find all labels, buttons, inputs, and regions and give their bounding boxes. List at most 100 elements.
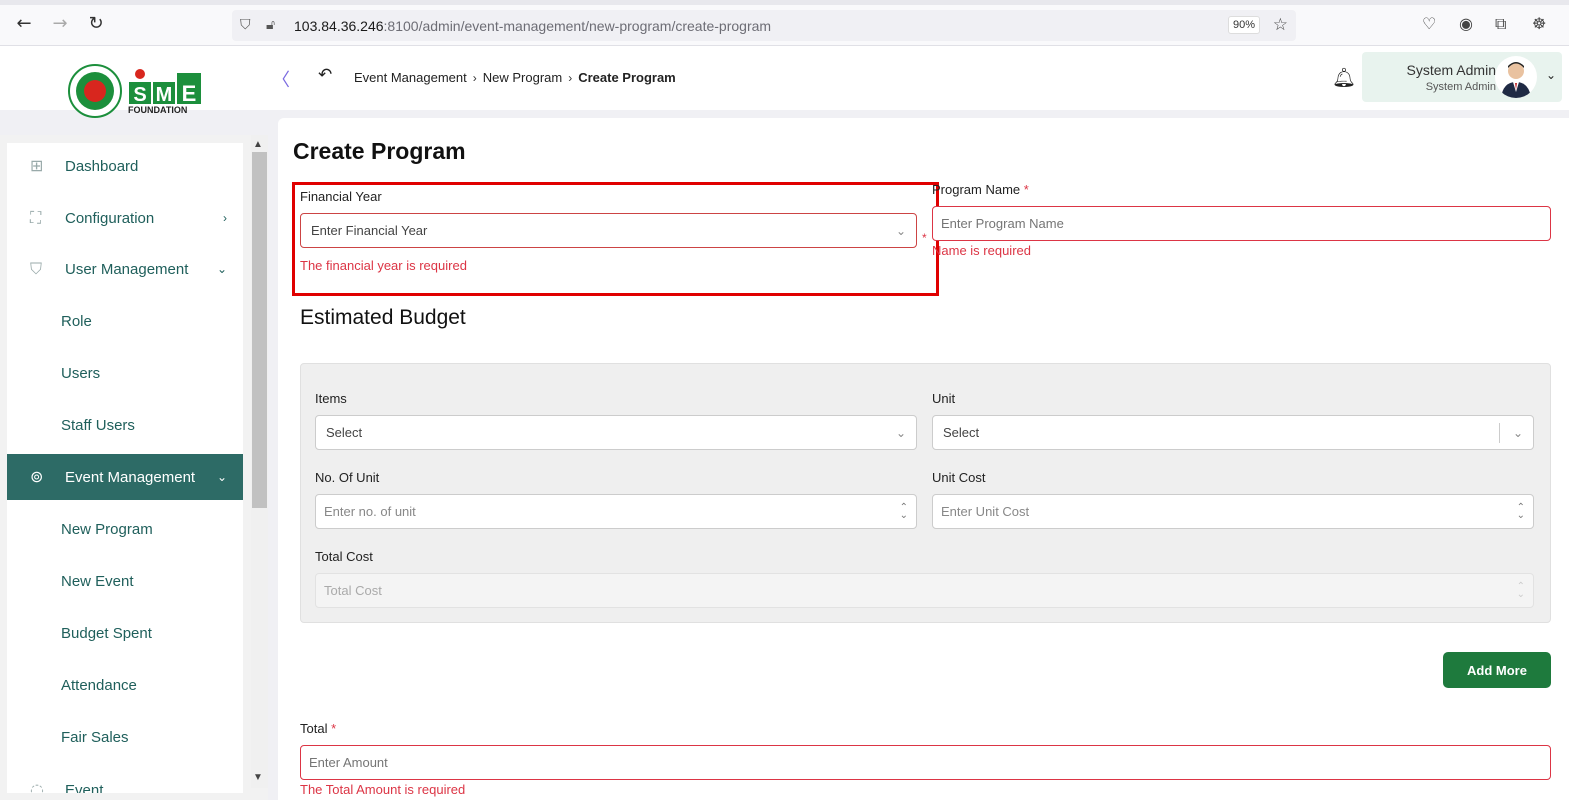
unit-cost-input[interactable]: Enter Unit Cost ⌃ ⌄ — [932, 494, 1534, 529]
url-host: 103.84.36.246 — [294, 18, 384, 34]
chevron-down-icon[interactable]: ⌄ — [1546, 68, 1556, 82]
sidebar-item-fair-sales[interactable]: Fair Sales — [61, 729, 129, 746]
scroll-down-icon[interactable]: ▼ — [253, 772, 263, 783]
sidebar-item-attendance[interactable]: Attendance — [61, 677, 137, 694]
sidebar-item-event[interactable]: ◌ Event — [7, 767, 243, 793]
chevron-down-icon: ⌄ — [216, 470, 227, 484]
avatar — [1495, 56, 1537, 98]
chevron-right-icon: › — [568, 70, 573, 85]
chevron-right-icon: › — [472, 70, 477, 85]
no-of-unit-label: No. Of Unit — [315, 470, 380, 485]
account-icon[interactable]: ◉ — [1459, 14, 1473, 33]
unit-cost-placeholder: Enter Unit Cost — [941, 504, 1030, 519]
sidebar-item-label: Event — [65, 781, 104, 794]
user-name: System Admin — [1406, 62, 1496, 78]
program-name-input[interactable] — [932, 206, 1551, 241]
number-stepper-icon[interactable]: ⌃ ⌄ — [1517, 503, 1525, 521]
unit-placeholder: Select — [943, 425, 980, 440]
chevron-down-icon: ⌄ — [895, 426, 906, 440]
select-divider — [1499, 423, 1500, 443]
extension-badge-icon[interactable]: ☸ — [1532, 14, 1546, 33]
forward-arrow-icon[interactable]: → — [50, 14, 70, 34]
undo-back-icon[interactable]: ↶ — [318, 65, 332, 85]
sidebar-item-user-management[interactable]: ⛉ User Management ⌄ — [7, 246, 243, 292]
required-asterisk: * — [1023, 182, 1029, 197]
sme-foundation-logo[interactable]: S M E FOUNDATION — [67, 64, 207, 120]
pocket-icon[interactable]: ♡ — [1422, 14, 1436, 33]
sidebar-item-new-program[interactable]: New Program — [61, 521, 153, 538]
total-label-text: Total — [300, 721, 328, 736]
back-arrow-icon[interactable]: ← — [14, 14, 34, 34]
sidebar-item-staff-users[interactable]: Staff Users — [61, 417, 135, 434]
financial-year-placeholder: Enter Financial Year — [311, 223, 428, 238]
no-of-unit-placeholder: Enter no. of unit — [324, 504, 416, 519]
sidebar-item-event-management[interactable]: ⊚ Event Management ⌄ — [7, 454, 243, 500]
sidebar-item-role[interactable]: Role — [61, 313, 92, 330]
sidebar-item-label: Dashboard — [65, 157, 139, 175]
address-bar[interactable]: ⛉ 🔓︎ 103.84.36.246:8100/admin/event-mana… — [232, 10, 1296, 41]
number-stepper-icon[interactable]: ⌃ ⌄ — [900, 503, 908, 521]
sidebar-collapse-icon[interactable]: 〈 — [272, 66, 290, 92]
lock-icon: ⊚ — [30, 467, 44, 486]
chevron-down-icon: ⌄ — [216, 262, 227, 276]
items-label: Items — [315, 391, 347, 406]
config-icon: ⛶ — [30, 208, 42, 227]
total-amount-error: The Total Amount is required — [300, 782, 466, 797]
reload-icon[interactable]: ↻ — [86, 14, 106, 34]
user-role: System Admin — [1425, 81, 1496, 93]
sidebar-item-label: Event Management — [65, 468, 196, 486]
extensions-icon[interactable]: ⧉ — [1495, 14, 1506, 34]
program-name-label-text: Program Name — [932, 182, 1021, 197]
items-placeholder: Select — [326, 425, 363, 440]
page-title: Create Program — [293, 138, 466, 164]
notification-bell-icon[interactable]: 🔔︎ — [1332, 66, 1356, 89]
grid-icon: ⊞ — [30, 156, 44, 175]
required-asterisk: * — [331, 721, 337, 736]
shield-icon: ⛉ — [30, 259, 43, 278]
browser-toolbar: ← → ↻ ⛉ 🔓︎ 103.84.36.246:8100/admin/even… — [0, 0, 1569, 46]
breadcrumb-current: Create Program — [578, 70, 676, 85]
sidebar-item-label: User Management — [65, 260, 189, 278]
sidebar-item-budget-spent[interactable]: Budget Spent — [61, 625, 152, 642]
event-icon: ◌ — [30, 780, 44, 793]
sidebar-item-new-event[interactable]: New Event — [61, 573, 134, 590]
program-name-error: Name is required — [932, 243, 1031, 258]
sidebar-item-label: Configuration — [65, 209, 155, 227]
financial-year-label: Financial Year — [300, 189, 382, 204]
shield-icon: ⛉ — [240, 17, 251, 33]
sidebar-item-dashboard[interactable]: ⊞ Dashboard — [7, 143, 243, 189]
url-path: :8100/admin/event-management/new-program… — [383, 18, 772, 34]
sidebar: ⊞ Dashboard ⛶ Configuration › ⛉ User Man… — [0, 135, 268, 800]
chevron-down-icon: ⌄ — [895, 224, 906, 238]
program-name-label: Program Name * — [932, 182, 1029, 197]
breadcrumb: Event Management › New Program › Create … — [354, 70, 676, 85]
total-label: Total * — [300, 721, 336, 736]
unit-select[interactable]: Select ⌄ — [932, 415, 1534, 450]
add-more-button[interactable]: Add More — [1443, 652, 1551, 688]
items-select[interactable]: Select ⌄ — [315, 415, 917, 450]
required-asterisk: * — [922, 231, 927, 245]
bookmark-star-icon[interactable]: ☆ — [1273, 15, 1288, 35]
sidebar-item-users[interactable]: Users — [61, 365, 100, 382]
sidebar-scroll-thumb[interactable] — [252, 152, 267, 508]
logo-text: FOUNDATION — [128, 105, 188, 115]
chevron-down-icon: ⌄ — [1512, 426, 1523, 440]
svg-text:E: E — [182, 81, 197, 106]
breadcrumb-event-management[interactable]: Event Management — [354, 70, 467, 85]
total-cost-placeholder: Total Cost — [324, 583, 382, 598]
scroll-up-icon[interactable]: ▲ — [253, 139, 263, 150]
breadcrumb-new-program[interactable]: New Program — [483, 70, 562, 85]
user-menu[interactable]: System Admin System Admin ⌄ — [1362, 52, 1562, 102]
total-cost-input: Total Cost ⌃ ⌄ — [315, 573, 1534, 608]
svg-text:S: S — [133, 84, 146, 106]
total-cost-label: Total Cost — [315, 549, 373, 564]
financial-year-select[interactable]: Enter Financial Year ⌄ — [300, 213, 917, 248]
unit-label: Unit — [932, 391, 956, 406]
no-of-unit-input[interactable]: Enter no. of unit ⌃ ⌄ — [315, 494, 917, 529]
total-amount-input[interactable] — [300, 745, 1551, 780]
svg-text:M: M — [156, 84, 173, 106]
sidebar-item-configuration[interactable]: ⛶ Configuration › — [7, 195, 243, 241]
chevron-right-icon: › — [223, 211, 227, 225]
estimated-budget-title: Estimated Budget — [300, 306, 466, 329]
zoom-level[interactable]: 90% — [1227, 16, 1260, 34]
